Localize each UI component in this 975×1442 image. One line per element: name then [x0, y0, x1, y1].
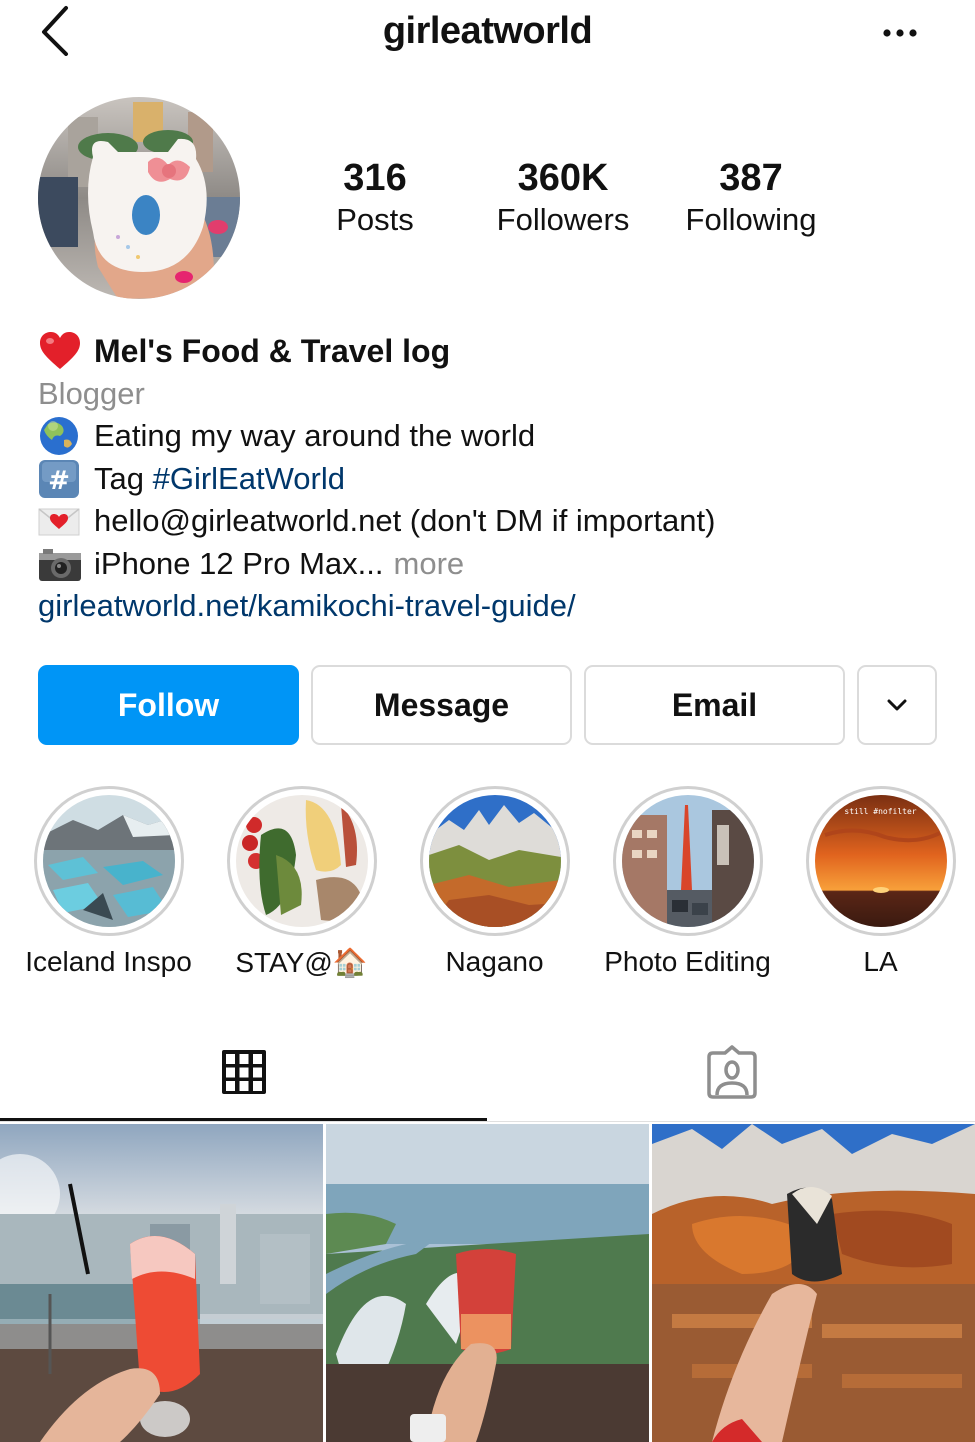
post-thumbnail[interactable]: [0, 1124, 323, 1442]
bio-tag-prefix: Tag: [94, 460, 153, 496]
bio-tagline: Eating my way around the world: [94, 418, 536, 454]
highlight-cover: [42, 795, 175, 927]
profile-username: girleatworld: [382, 10, 593, 52]
more-horizontal-icon: [883, 29, 917, 37]
post-thumbnail[interactable]: [326, 1124, 649, 1442]
top-bar: girleatworld: [0, 0, 975, 70]
highlight-cover: [235, 795, 368, 927]
highlight-ring: still #nofilter: [805, 786, 956, 936]
grid-icon: [221, 1050, 266, 1094]
highlight-label: STAY@🏠: [235, 947, 368, 978]
email-button[interactable]: Email: [584, 665, 845, 745]
bio-more-button[interactable]: more: [394, 543, 465, 585]
highlight-nagano[interactable]: Nagano: [398, 786, 591, 978]
profile-tabs: [0, 1022, 975, 1124]
chevron-down-icon: [887, 699, 907, 711]
stat-posts[interactable]: 316 Posts: [280, 155, 470, 239]
highlight-ring: [226, 786, 377, 936]
bio-line-2: # Tag #GirlEatWorld: [38, 458, 938, 501]
profile-stats: 316 Posts 360K Followers 387 Following: [280, 155, 860, 245]
post-thumbnail[interactable]: [652, 1124, 975, 1442]
followers-label: Followers: [496, 202, 630, 237]
profile-avatar[interactable]: [38, 97, 240, 299]
bio-line-4: iPhone 12 Pro Max... more: [38, 543, 938, 586]
post-image: [0, 1124, 323, 1442]
story-highlights: Iceland Inspo STAY@🏠 Nagano Photo Editin…: [0, 786, 975, 986]
hashtag-link[interactable]: #GirlEatWorld: [153, 458, 345, 500]
highlight-cover: still #nofilter: [814, 795, 947, 927]
highlight-iceland-inspo[interactable]: Iceland Inspo: [12, 786, 205, 978]
highlight-cover: [621, 795, 754, 927]
message-button[interactable]: Message: [311, 665, 572, 745]
tagged-person-icon: [706, 1045, 757, 1099]
tab-tagged[interactable]: [488, 1022, 975, 1122]
post-image: [326, 1124, 649, 1442]
highlight-overlay-text: still #nofilter: [844, 807, 917, 816]
posts-count: 316: [343, 157, 407, 199]
suggested-dropdown-button[interactable]: [857, 665, 937, 745]
highlight-photo-editing[interactable]: Photo Editing: [591, 786, 784, 978]
profile-bio: Mel's Food & Travel log Blogger Eating m…: [38, 330, 938, 628]
posts-label: Posts: [336, 202, 414, 237]
following-label: Following: [685, 202, 817, 237]
bio-line-1: Eating my way around the world: [38, 415, 938, 458]
avatar-image: [38, 97, 240, 299]
stat-following[interactable]: 387 Following: [656, 155, 846, 239]
bio-email: hello@girleatworld.net (don't DM if impo…: [94, 503, 716, 539]
profile-display-name: Mel's Food & Travel log: [94, 333, 451, 370]
highlight-label: Photo Editing: [604, 946, 771, 977]
love-letter-icon: [38, 501, 82, 541]
highlight-ring: [33, 786, 184, 936]
tab-divider: [0, 1121, 975, 1122]
highlight-la[interactable]: still #nofilter LA: [784, 786, 975, 978]
highlight-ring: [612, 786, 763, 936]
posts-grid: [0, 1124, 975, 1442]
hash-keycap-icon: #: [38, 459, 82, 499]
following-count: 387: [719, 157, 783, 199]
highlight-ring: [419, 786, 570, 936]
followers-count: 360K: [517, 157, 609, 199]
tab-posts-grid[interactable]: [0, 1022, 487, 1122]
highlight-cover: [428, 795, 561, 927]
website-link[interactable]: girleatworld.net/kamikochi-travel-guide/: [38, 585, 938, 628]
highlight-stay-home[interactable]: STAY@🏠: [205, 786, 398, 979]
bio-name-line: Mel's Food & Travel log: [38, 330, 938, 373]
highlight-label: LA: [863, 946, 898, 977]
bio-line-3: hello@girleatworld.net (don't DM if impo…: [38, 500, 938, 543]
camera-icon: [38, 544, 82, 584]
stat-followers[interactable]: 360K Followers: [468, 155, 658, 239]
post-image: [652, 1124, 975, 1442]
profile-category: Blogger: [38, 375, 145, 411]
svg-text:#: #: [48, 466, 70, 496]
globe-icon: [38, 416, 82, 456]
bio-device: iPhone 12 Pro Max...: [94, 545, 384, 581]
highlight-label: Iceland Inspo: [25, 946, 192, 977]
red-heart-icon: [38, 331, 82, 371]
more-options-button[interactable]: [878, 18, 922, 48]
follow-button[interactable]: Follow: [38, 665, 299, 745]
highlight-label: Nagano: [445, 946, 544, 977]
